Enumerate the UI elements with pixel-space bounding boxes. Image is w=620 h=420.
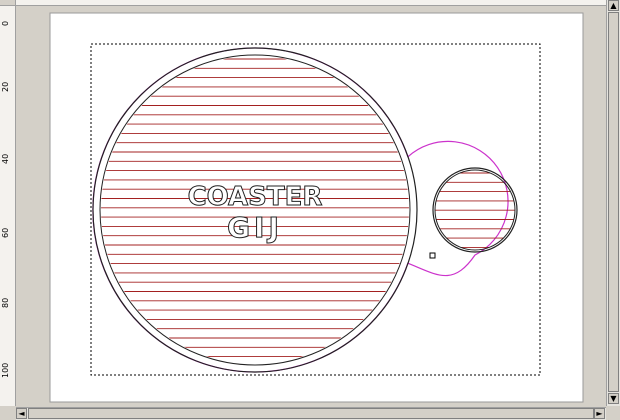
horizontal-scroll-thumb[interactable] [28, 408, 594, 419]
ruler-top[interactable] [16, 0, 606, 6]
drawing-canvas[interactable]: COASTER GIJ [17, 7, 606, 407]
ruler-left[interactable]: 0 20 40 60 80 100 [0, 6, 16, 406]
ruler-left-label: 40 [1, 153, 10, 164]
scroll-down-button[interactable]: ▼ [608, 393, 619, 404]
ruler-left-label: 100 [1, 362, 10, 378]
node-handle-icon[interactable] [429, 252, 436, 259]
horizontal-scrollbar[interactable]: ◄ ► [16, 407, 606, 420]
scroll-right-button[interactable]: ► [594, 408, 605, 419]
cad-editor: 0 20 40 60 80 100 COASTER GIJ ▲ ▼ ◄ ► [0, 0, 620, 420]
ruler-left-label: 80 [1, 297, 10, 308]
scrollbar-corner [606, 406, 620, 420]
scroll-up-button[interactable]: ▲ [608, 0, 619, 11]
logo-text-line1[interactable]: COASTER [187, 182, 323, 213]
ruler-left-label: 60 [1, 227, 10, 238]
vertical-scroll-thumb[interactable] [608, 12, 619, 392]
vertical-scrollbar[interactable]: ▲ ▼ [606, 0, 620, 406]
canvas-area[interactable]: COASTER GIJ [17, 7, 606, 407]
ruler-left-label: 0 [1, 20, 10, 26]
ruler-left-label: 20 [1, 81, 10, 92]
scroll-left-button[interactable]: ◄ [16, 408, 27, 419]
logo-text-line2[interactable]: GIJ [227, 211, 283, 245]
